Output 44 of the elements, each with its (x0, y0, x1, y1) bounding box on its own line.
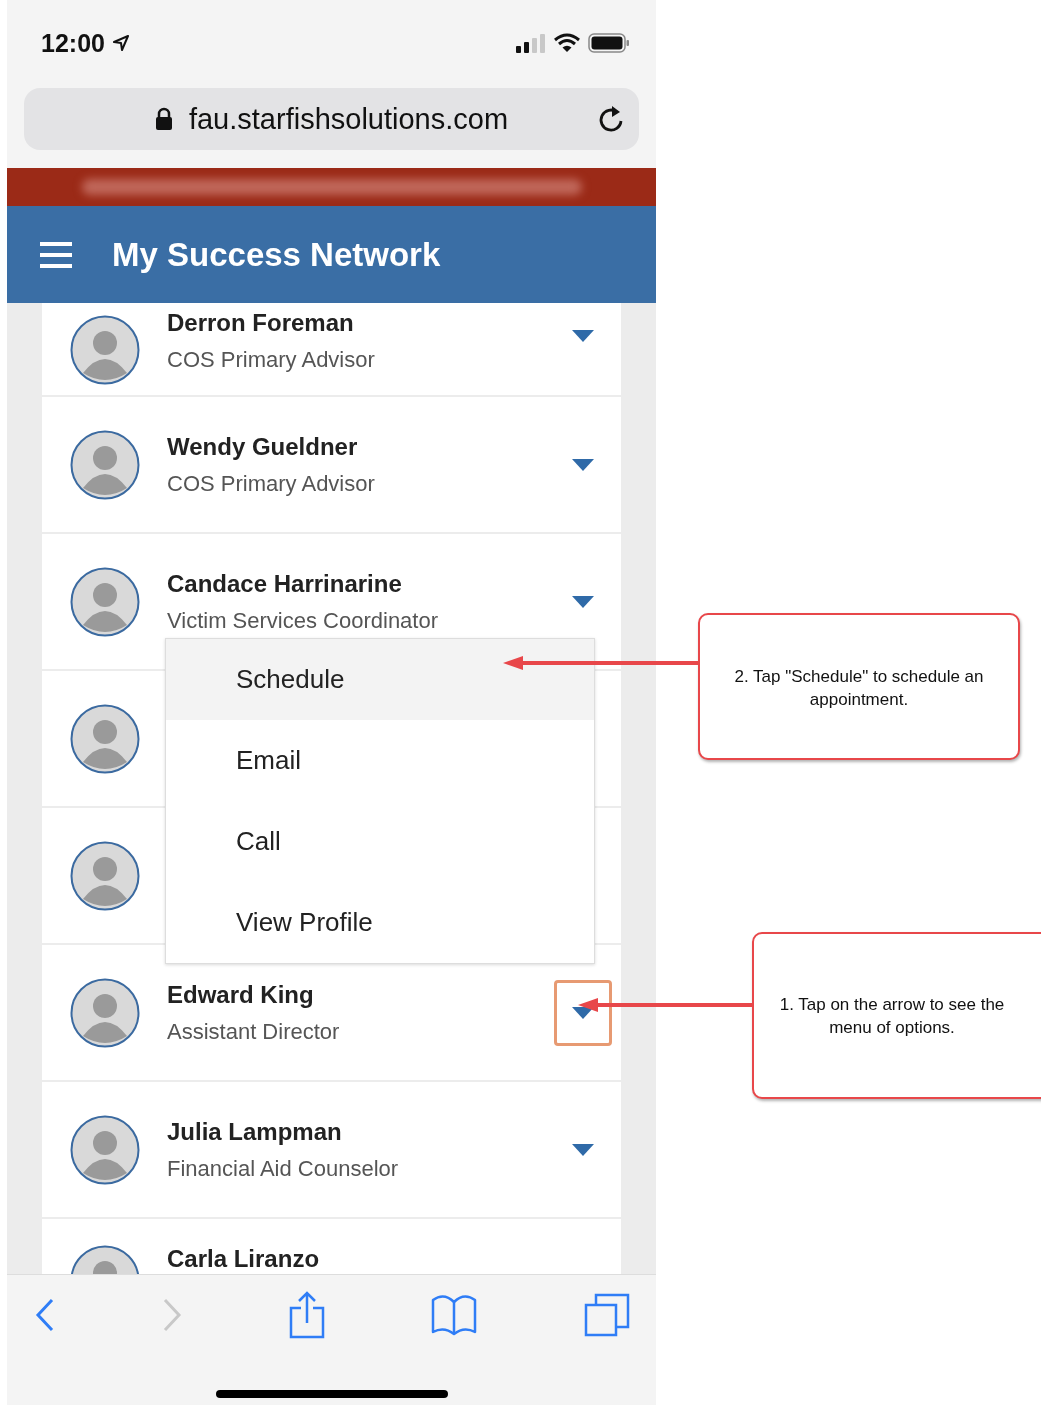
menu-item[interactable]: View Profile (166, 882, 594, 963)
lock-icon (154, 107, 173, 131)
avatar-placeholder (70, 977, 140, 1048)
share-icon[interactable] (288, 1291, 325, 1339)
avatar-placeholder (70, 315, 140, 385)
menu-item[interactable]: Schedule (166, 639, 594, 720)
location-arrow-icon (112, 35, 129, 51)
advisor-role: COS Primary Advisor (167, 470, 376, 497)
avatar-placeholder (70, 429, 140, 500)
advisor-role: Assistant Director (167, 1018, 341, 1045)
dropdown-button[interactable] (554, 979, 612, 1046)
caret-icon (572, 330, 594, 342)
menu-icon[interactable] (40, 241, 72, 268)
reload-icon[interactable] (597, 104, 625, 134)
status-time: 12:00 (41, 28, 105, 58)
advisor-name: Carla Liranzo (167, 1245, 321, 1273)
caret-icon (572, 595, 594, 608)
advisor-name: Candace Harrinarine (167, 569, 403, 598)
advisor-name: Edward King (167, 980, 315, 1009)
battery-icon (588, 33, 630, 53)
caret-icon (572, 1143, 594, 1156)
callout-text: 1. Tap on the arrow to see the menu of options. (778, 994, 1006, 1039)
book-icon[interactable] (431, 1294, 478, 1336)
wifi-icon (554, 33, 580, 53)
address-bar[interactable]: fau.starfishsolutions.com (24, 88, 639, 150)
signal-icon (516, 33, 546, 53)
menu-item[interactable]: Email (166, 720, 594, 801)
avatar-placeholder (70, 840, 140, 911)
tabs-icon[interactable] (584, 1293, 630, 1337)
menu-item[interactable]: Call (166, 801, 594, 882)
avatar-placeholder (70, 1114, 140, 1185)
advisor-name: Wendy Gueldner (167, 432, 359, 461)
caret-icon (572, 458, 594, 471)
advisor-role: Financial Aid Counselor (167, 1155, 400, 1182)
advisor-role: Victim Services Coordinator (167, 607, 440, 634)
url-text: fau.starfishsolutions.com (188, 102, 509, 136)
back-icon[interactable] (35, 1298, 55, 1332)
page-title: My Success Network (112, 235, 441, 274)
avatar-placeholder (70, 566, 140, 637)
advisor-name: Julia Lampman (167, 1117, 343, 1146)
callout-text: 2. Tap "Schedule" to schedule an appointment. (733, 666, 985, 711)
advisor-role: COS Primary Advisor (167, 347, 376, 373)
avatar-placeholder (70, 703, 140, 774)
advisor-name: Derron Foreman (167, 309, 355, 337)
